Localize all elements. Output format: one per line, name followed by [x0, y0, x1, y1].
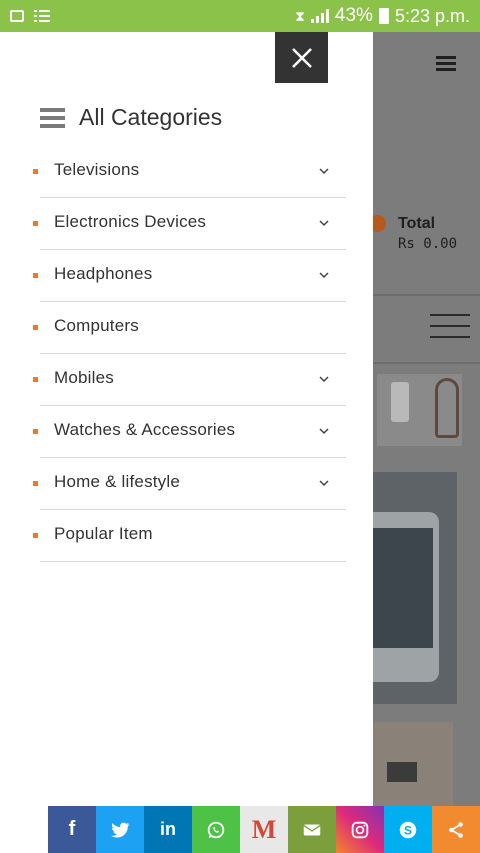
category-label: Mobiles: [54, 368, 114, 387]
gallery-notification-icon: [10, 10, 24, 22]
bullet-icon: [33, 481, 38, 486]
share-icon: [449, 821, 463, 838]
chevron-down-icon[interactable]: [318, 425, 330, 437]
chevron-down-icon[interactable]: [318, 269, 330, 281]
category-item-mobiles[interactable]: Mobiles: [0, 354, 373, 406]
twitter-share-button[interactable]: [96, 806, 144, 853]
bullet-icon: [33, 429, 38, 434]
whatsapp-share-button[interactable]: [192, 806, 240, 853]
status-bar: ⧗ 43% 5:23 p.m.: [0, 0, 480, 32]
facebook-share-button[interactable]: f: [48, 806, 96, 853]
social-share-bar: f in M S: [48, 806, 480, 853]
drawer-title: All Categories: [79, 104, 223, 130]
divider: [40, 561, 346, 562]
close-icon: [291, 47, 312, 68]
category-item-computers[interactable]: Computers: [0, 302, 373, 354]
bullet-icon: [33, 221, 38, 226]
divider: [373, 362, 480, 364]
category-item-headphones[interactable]: Headphones: [0, 250, 373, 302]
tv-image: [387, 762, 417, 782]
chevron-down-icon[interactable]: [318, 373, 330, 385]
phone-screen-image: [373, 528, 433, 648]
instagram-share-button[interactable]: [336, 806, 384, 853]
list-notification-icon: [34, 10, 50, 22]
close-drawer-button[interactable]: [275, 32, 328, 83]
facebook-icon: f: [68, 818, 76, 840]
category-drawer: All Categories Televisions Electronics D…: [0, 32, 373, 853]
headphones-image: [435, 378, 459, 438]
category-item-home-lifestyle[interactable]: Home & lifestyle: [0, 458, 373, 510]
category-label: Computers: [54, 316, 139, 335]
drawer-header: All Categories: [40, 104, 222, 131]
divider: [373, 294, 480, 296]
category-item-watches-accessories[interactable]: Watches & Accessories: [0, 406, 373, 458]
chevron-down-icon[interactable]: [318, 165, 330, 177]
whatsapp-icon: [207, 821, 225, 838]
category-label: Televisions: [54, 160, 140, 179]
category-toggle-icon[interactable]: [430, 314, 470, 340]
skype-share-button[interactable]: S: [384, 806, 432, 853]
alarm-icon: ⧗: [295, 7, 305, 24]
skype-icon: S: [399, 821, 417, 838]
category-label: Home & lifestyle: [54, 472, 181, 491]
camera-image: [391, 382, 409, 422]
email-share-button[interactable]: [288, 806, 336, 853]
menu-icon[interactable]: [436, 56, 456, 72]
svg-text:S: S: [404, 823, 412, 837]
signal-icon: [310, 9, 329, 23]
product-banner-image[interactable]: [377, 374, 462, 446]
category-label: Electronics Devices: [54, 212, 207, 231]
chevron-down-icon[interactable]: [318, 477, 330, 489]
category-item-electronics-devices[interactable]: Electronics Devices: [0, 198, 373, 250]
battery-icon: [378, 8, 389, 24]
instagram-icon: [351, 821, 369, 838]
category-label: Headphones: [54, 264, 153, 283]
battery-percent: 43%: [334, 5, 373, 26]
linkedin-share-button[interactable]: in: [144, 806, 192, 853]
category-item-popular-item[interactable]: Popular Item: [0, 510, 373, 562]
bullet-icon: [33, 325, 38, 330]
cart-total-label: Total: [398, 215, 436, 232]
bullet-icon: [33, 273, 38, 278]
email-icon: [303, 824, 321, 835]
background-page: Total Rs 0.00: [369, 32, 480, 853]
clock: 5:23 p.m.: [394, 5, 470, 26]
linkedin-icon: in: [160, 819, 176, 839]
twitter-icon: [111, 822, 130, 838]
home-banner-image[interactable]: [373, 722, 453, 812]
category-label: Watches & Accessories: [54, 420, 236, 439]
bullet-icon: [33, 169, 38, 174]
category-item-televisions[interactable]: Televisions: [0, 146, 373, 198]
cart-total-value: Rs 0.00: [398, 236, 458, 252]
hamburger-icon: [40, 107, 65, 128]
bullet-icon: [33, 533, 38, 538]
gmail-share-button[interactable]: M: [240, 806, 288, 853]
bullet-icon: [33, 377, 38, 382]
category-label: Popular Item: [54, 524, 153, 543]
category-list: Televisions Electronics Devices Headphon…: [0, 146, 373, 562]
gmail-icon: M: [251, 814, 277, 844]
phone-banner-image[interactable]: [373, 472, 457, 704]
more-share-button[interactable]: [432, 806, 480, 853]
chevron-down-icon[interactable]: [318, 217, 330, 229]
